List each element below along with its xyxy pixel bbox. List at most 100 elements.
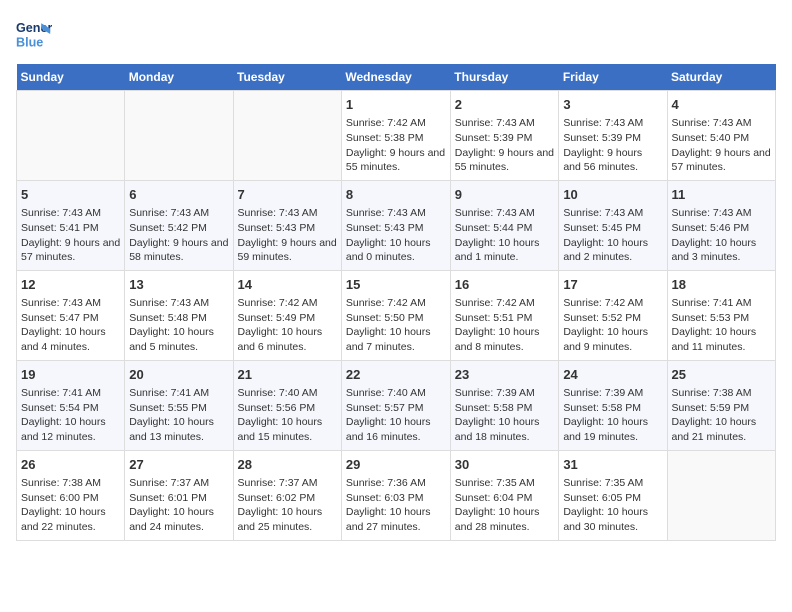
calendar-cell: 10 Sunrise: 7:43 AM Sunset: 5:45 PM Dayli… — [559, 180, 667, 270]
day-number: 6 — [129, 186, 228, 204]
day-number: 27 — [129, 456, 228, 474]
day-info: Sunrise: 7:43 AM Sunset: 5:46 PM Dayligh… — [672, 206, 772, 265]
calendar-cell: 3Sunrise: 7:43 AM Sunset: 5:39 PM Daylig… — [559, 91, 667, 181]
day-info: Sunrise: 7:42 AM Sunset: 5:49 PM Dayligh… — [238, 296, 337, 355]
calendar-cell: 11Sunrise: 7:43 AM Sunset: 5:46 PM Dayli… — [667, 180, 776, 270]
day-number: 23 — [455, 366, 555, 384]
day-number: 2 — [455, 96, 555, 114]
day-info: Sunrise: 7:42 AM Sunset: 5:52 PM Dayligh… — [563, 296, 662, 355]
calendar-cell — [125, 91, 233, 181]
day-info: Sunrise: 7:42 AM Sunset: 5:51 PM Dayligh… — [455, 296, 555, 355]
day-number: 18 — [672, 276, 772, 294]
day-number: 24 — [563, 366, 662, 384]
calendar-cell: 23Sunrise: 7:39 AM Sunset: 5:58 PM Dayli… — [450, 360, 559, 450]
calendar-cell: 21Sunrise: 7:40 AM Sunset: 5:56 PM Dayli… — [233, 360, 341, 450]
day-number: 8 — [346, 186, 446, 204]
day-number: 20 — [129, 366, 228, 384]
calendar-cell: 4Sunrise: 7:43 AM Sunset: 5:40 PM Daylig… — [667, 91, 776, 181]
day-info: Sunrise: 7:39 AM Sunset: 5:58 PM Dayligh… — [563, 386, 662, 445]
day-info: Sunrise: 7:43 AM Sunset: 5:43 PM Dayligh… — [238, 206, 337, 265]
calendar-table: SundayMondayTuesdayWednesdayThursdayFrid… — [16, 64, 776, 541]
day-number: 31 — [563, 456, 662, 474]
svg-text:Blue: Blue — [16, 36, 43, 50]
day-info: Sunrise: 7:43 AM Sunset: 5:39 PM Dayligh… — [563, 116, 662, 175]
calendar-cell: 8 Sunrise: 7:43 AM Sunset: 5:43 PM Daylig… — [341, 180, 450, 270]
weekday-header-monday: Monday — [125, 64, 233, 91]
day-info: Sunrise: 7:41 AM Sunset: 5:54 PM Dayligh… — [21, 386, 120, 445]
calendar-cell: 6 Sunrise: 7:43 AM Sunset: 5:42 PM Daylig… — [125, 180, 233, 270]
calendar-cell: 31 Sunrise: 7:35 AM Sunset: 6:05 PM Dayli… — [559, 450, 667, 540]
day-number: 14 — [238, 276, 337, 294]
calendar-body: 1 Sunrise: 7:42 AM Sunset: 5:38 PM Daylig… — [17, 91, 776, 541]
day-number: 21 — [238, 366, 337, 384]
day-number: 28 — [238, 456, 337, 474]
day-info: Sunrise: 7:41 AM Sunset: 5:53 PM Dayligh… — [672, 296, 772, 355]
day-info: Sunrise: 7:43 AM Sunset: 5:39 PM Dayligh… — [455, 116, 555, 175]
day-number: 29 — [346, 456, 446, 474]
calendar-cell: 22Sunrise: 7:40 AM Sunset: 5:57 PM Dayli… — [341, 360, 450, 450]
day-info: Sunrise: 7:35 AM Sunset: 6:04 PM Dayligh… — [455, 476, 555, 535]
weekday-header-saturday: Saturday — [667, 64, 776, 91]
calendar-cell: 7 Sunrise: 7:43 AM Sunset: 5:43 PM Daylig… — [233, 180, 341, 270]
page-header: General Blue — [16, 16, 776, 52]
day-number: 5 — [21, 186, 120, 204]
calendar-cell — [667, 450, 776, 540]
day-info: Sunrise: 7:42 AM Sunset: 5:50 PM Dayligh… — [346, 296, 446, 355]
calendar-cell: 25Sunrise: 7:38 AM Sunset: 5:59 PM Dayli… — [667, 360, 776, 450]
day-info: Sunrise: 7:37 AM Sunset: 6:01 PM Dayligh… — [129, 476, 228, 535]
day-number: 13 — [129, 276, 228, 294]
day-info: Sunrise: 7:43 AM Sunset: 5:42 PM Dayligh… — [129, 206, 228, 265]
calendar-cell: 2 Sunrise: 7:43 AM Sunset: 5:39 PM Daylig… — [450, 91, 559, 181]
calendar-cell: 24 Sunrise: 7:39 AM Sunset: 5:58 PM Dayli… — [559, 360, 667, 450]
day-number: 9 — [455, 186, 555, 204]
calendar-cell: 20 Sunrise: 7:41 AM Sunset: 5:55 PM Dayli… — [125, 360, 233, 450]
calendar-cell: 18 Sunrise: 7:41 AM Sunset: 5:53 PM Dayli… — [667, 270, 776, 360]
day-info: Sunrise: 7:35 AM Sunset: 6:05 PM Dayligh… — [563, 476, 662, 535]
day-number: 1 — [346, 96, 446, 114]
calendar-cell: 12 Sunrise: 7:43 AM Sunset: 5:47 PM Dayli… — [17, 270, 125, 360]
day-number: 10 — [563, 186, 662, 204]
day-number: 4 — [672, 96, 772, 114]
calendar-cell: 19 Sunrise: 7:41 AM Sunset: 5:54 PM Dayli… — [17, 360, 125, 450]
day-number: 17 — [563, 276, 662, 294]
calendar-cell — [17, 91, 125, 181]
day-number: 15 — [346, 276, 446, 294]
weekday-header-sunday: Sunday — [17, 64, 125, 91]
day-number: 16 — [455, 276, 555, 294]
calendar-cell: 14 Sunrise: 7:42 AM Sunset: 5:49 PM Dayli… — [233, 270, 341, 360]
day-info: Sunrise: 7:43 AM Sunset: 5:45 PM Dayligh… — [563, 206, 662, 265]
calendar-cell: 9 Sunrise: 7:43 AM Sunset: 5:44 PM Daylig… — [450, 180, 559, 270]
calendar-cell: 29 Sunrise: 7:36 AM Sunset: 6:03 PM Dayli… — [341, 450, 450, 540]
day-info: Sunrise: 7:43 AM Sunset: 5:43 PM Dayligh… — [346, 206, 446, 265]
day-info: Sunrise: 7:43 AM Sunset: 5:48 PM Dayligh… — [129, 296, 228, 355]
day-number: 12 — [21, 276, 120, 294]
calendar-cell: 26 Sunrise: 7:38 AM Sunset: 6:00 PM Dayli… — [17, 450, 125, 540]
weekday-header-thursday: Thursday — [450, 64, 559, 91]
day-number: 19 — [21, 366, 120, 384]
calendar-cell: 15 Sunrise: 7:42 AM Sunset: 5:50 PM Dayli… — [341, 270, 450, 360]
weekday-header-wednesday: Wednesday — [341, 64, 450, 91]
day-info: Sunrise: 7:42 AM Sunset: 5:38 PM Dayligh… — [346, 116, 446, 175]
logo: General Blue — [16, 16, 56, 52]
calendar-cell: 5Sunrise: 7:43 AM Sunset: 5:41 PM Daylig… — [17, 180, 125, 270]
calendar-cell: 16 Sunrise: 7:42 AM Sunset: 5:51 PM Dayli… — [450, 270, 559, 360]
calendar-cell: 30Sunrise: 7:35 AM Sunset: 6:04 PM Dayli… — [450, 450, 559, 540]
calendar-week-2: 5Sunrise: 7:43 AM Sunset: 5:41 PM Daylig… — [17, 180, 776, 270]
calendar-cell: 1 Sunrise: 7:42 AM Sunset: 5:38 PM Daylig… — [341, 91, 450, 181]
weekday-header-friday: Friday — [559, 64, 667, 91]
day-number: 26 — [21, 456, 120, 474]
calendar-cell: 17 Sunrise: 7:42 AM Sunset: 5:52 PM Dayli… — [559, 270, 667, 360]
day-info: Sunrise: 7:36 AM Sunset: 6:03 PM Dayligh… — [346, 476, 446, 535]
day-number: 22 — [346, 366, 446, 384]
calendar-cell — [233, 91, 341, 181]
day-info: Sunrise: 7:38 AM Sunset: 6:00 PM Dayligh… — [21, 476, 120, 535]
weekday-header-tuesday: Tuesday — [233, 64, 341, 91]
day-number: 25 — [672, 366, 772, 384]
day-info: Sunrise: 7:43 AM Sunset: 5:44 PM Dayligh… — [455, 206, 555, 265]
day-info: Sunrise: 7:37 AM Sunset: 6:02 PM Dayligh… — [238, 476, 337, 535]
calendar-week-1: 1 Sunrise: 7:42 AM Sunset: 5:38 PM Daylig… — [17, 91, 776, 181]
day-info: Sunrise: 7:43 AM Sunset: 5:47 PM Dayligh… — [21, 296, 120, 355]
day-number: 7 — [238, 186, 337, 204]
day-info: Sunrise: 7:41 AM Sunset: 5:55 PM Dayligh… — [129, 386, 228, 445]
calendar-week-3: 12 Sunrise: 7:43 AM Sunset: 5:47 PM Dayli… — [17, 270, 776, 360]
